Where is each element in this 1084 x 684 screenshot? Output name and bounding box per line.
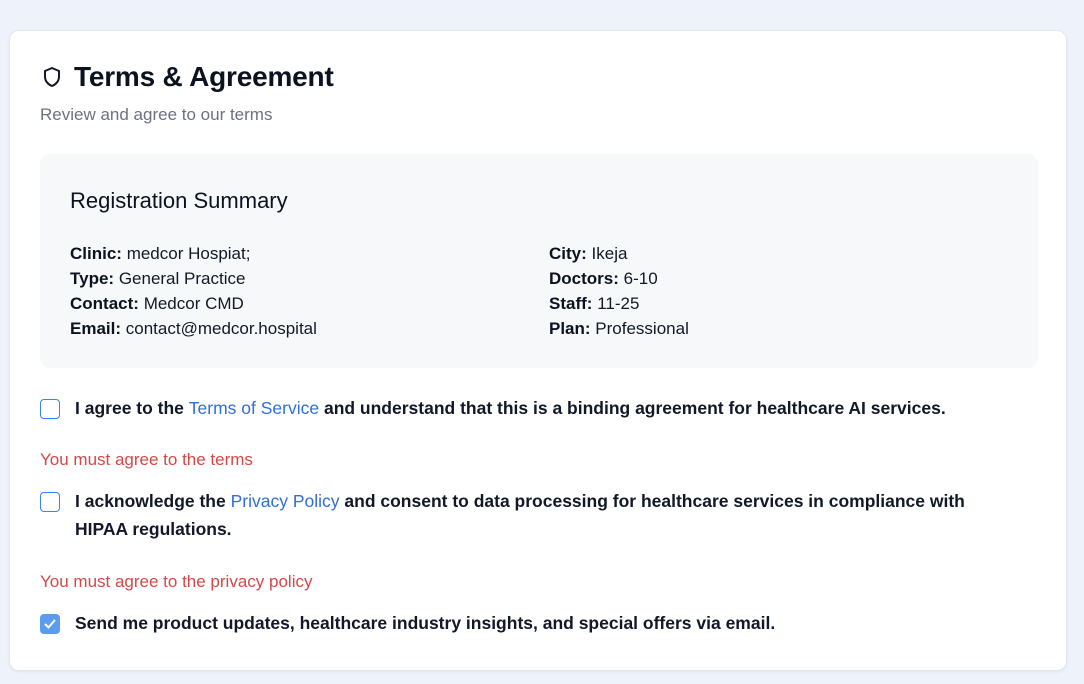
terms-of-service-link[interactable]: Terms of Service <box>189 398 319 418</box>
summary-row-email: Email: contact@medcor.hospital <box>70 316 317 341</box>
terms-agreement-row: I agree to the Terms of Service and unde… <box>40 398 1020 422</box>
marketing-optin-row: Send me product updates, healthcare indu… <box>40 613 1020 637</box>
registration-summary: Registration Summary Clinic: medcor Hosp… <box>40 154 1038 368</box>
summary-label: Staff: <box>549 294 593 313</box>
privacy-label: I acknowledge the Privacy Policy and con… <box>75 487 1000 543</box>
terms-label: I agree to the Terms of Service and unde… <box>75 394 946 422</box>
summary-row-staff: Staff: 11-25 <box>549 291 689 316</box>
summary-row-doctors: Doctors: 6-10 <box>549 266 689 291</box>
privacy-prefix: I acknowledge the <box>75 491 231 511</box>
terms-error-message: You must agree to the terms <box>40 450 253 469</box>
terms-card: Terms & Agreement Review and agree to ou… <box>9 30 1067 671</box>
summary-label: City: <box>549 244 587 263</box>
summary-value: contact@medcor.hospital <box>125 319 317 338</box>
summary-left-column: Clinic: medcor Hospiat; Type: General Pr… <box>70 241 317 341</box>
summary-value: 6-10 <box>623 269 658 288</box>
summary-value: Ikeja <box>591 244 628 263</box>
summary-row-plan: Plan: Professional <box>549 316 689 341</box>
summary-row-contact: Contact: Medcor CMD <box>70 291 317 316</box>
summary-label: Doctors: <box>549 269 619 288</box>
terms-prefix: I agree to the <box>75 398 189 418</box>
privacy-error-message: You must agree to the privacy policy <box>40 572 313 591</box>
summary-value: General Practice <box>118 269 246 288</box>
summary-row-type: Type: General Practice <box>70 266 317 291</box>
summary-value: Professional <box>595 319 689 338</box>
shield-icon <box>40 65 64 89</box>
card-header: Terms & Agreement Review and agree to ou… <box>40 61 334 125</box>
summary-title: Registration Summary <box>70 188 288 213</box>
summary-row-city: City: Ikeja <box>549 241 689 266</box>
terms-suffix: and understand that this is a binding ag… <box>319 398 946 418</box>
marketing-checkbox[interactable] <box>40 614 60 634</box>
summary-value: Medcor CMD <box>143 294 244 313</box>
marketing-label: Send me product updates, healthcare indu… <box>75 613 776 633</box>
summary-label: Type: <box>70 269 115 288</box>
page-title: Terms & Agreement <box>74 61 334 92</box>
terms-checkbox[interactable] <box>40 399 60 419</box>
summary-value: medcor Hospiat; <box>126 244 251 263</box>
summary-value: 11-25 <box>597 294 640 313</box>
title-row: Terms & Agreement <box>40 61 334 93</box>
summary-label: Contact: <box>70 294 139 313</box>
privacy-policy-link[interactable]: Privacy Policy <box>231 491 340 511</box>
summary-label: Plan: <box>549 319 591 338</box>
page-subtitle: Review and agree to our terms <box>40 105 273 124</box>
privacy-agreement-row: I acknowledge the Privacy Policy and con… <box>40 491 1000 543</box>
privacy-checkbox[interactable] <box>40 492 60 512</box>
summary-row-clinic: Clinic: medcor Hospiat; <box>70 241 317 266</box>
summary-right-column: City: Ikeja Doctors: 6-10 Staff: 11-25 P… <box>549 241 689 341</box>
checkmark-icon <box>44 619 56 629</box>
summary-label: Clinic: <box>70 244 122 263</box>
summary-label: Email: <box>70 319 122 338</box>
